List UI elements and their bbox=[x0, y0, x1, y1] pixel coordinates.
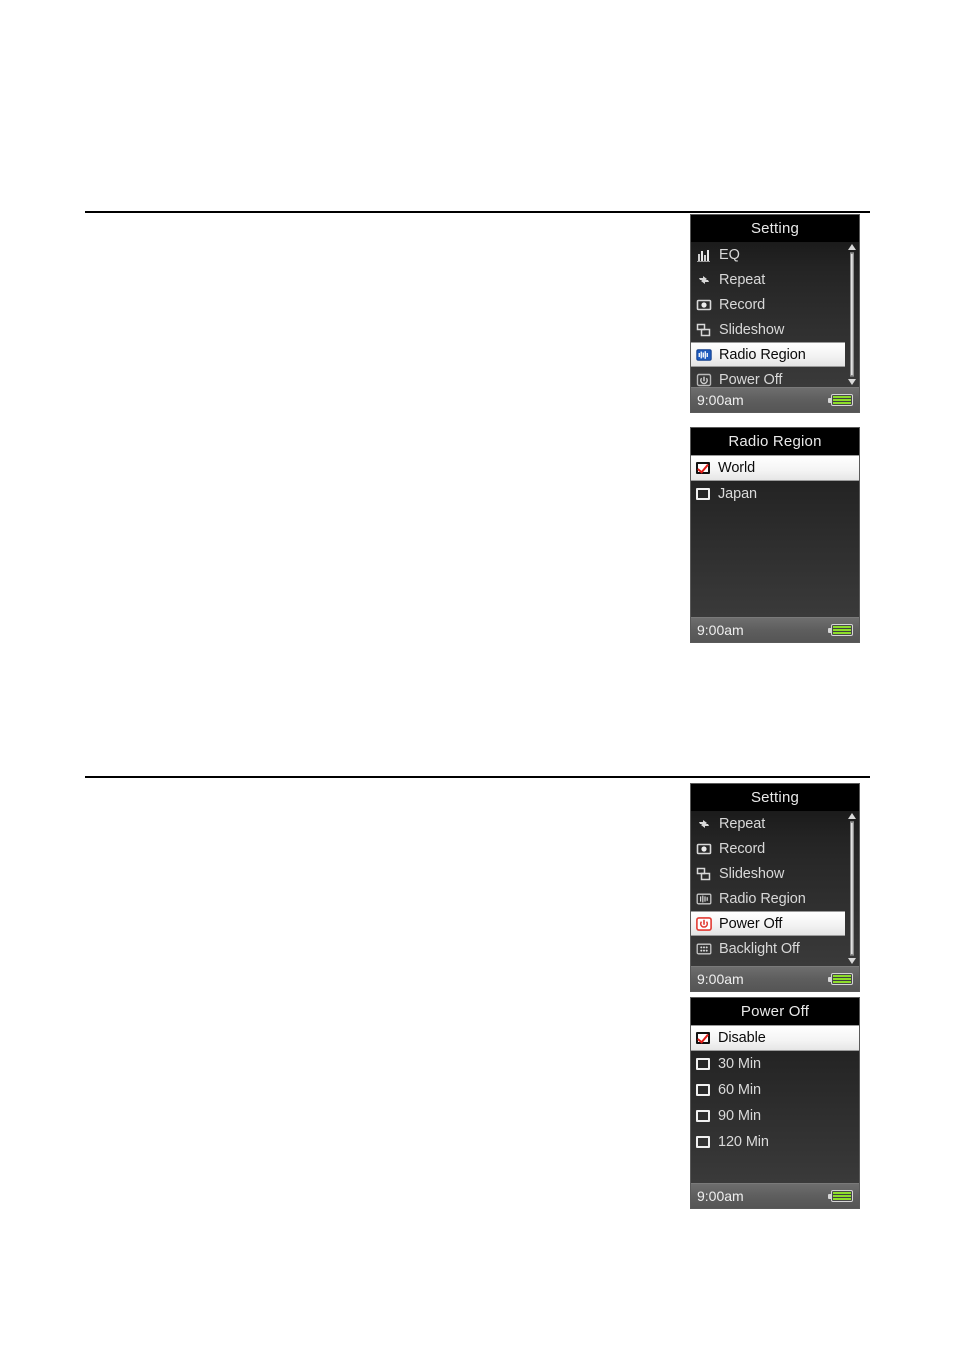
menu-item-label: Slideshow bbox=[719, 865, 785, 882]
scrollbar[interactable] bbox=[847, 244, 857, 385]
status-bar: 9:00am bbox=[691, 617, 859, 642]
menu-item-label: EQ bbox=[719, 246, 740, 263]
menu-list: EQ Repeat Record Slideshow Radio Region … bbox=[691, 242, 859, 387]
menu-item-repeat[interactable]: Repeat bbox=[691, 811, 859, 836]
scroll-down-arrow-icon[interactable] bbox=[848, 958, 856, 964]
device-screen-setting-2: Setting Repeat Record Slideshow Radio Re… bbox=[690, 783, 860, 992]
scroll-up-arrow-icon[interactable] bbox=[848, 244, 856, 250]
menu-item-backlight-off[interactable]: Backlight Off bbox=[691, 936, 859, 961]
option-label: 30 Min bbox=[718, 1056, 761, 1072]
menu-item-power-off[interactable]: Power Off bbox=[691, 367, 859, 387]
screen-title: Setting bbox=[691, 784, 859, 811]
menu-item-label: Repeat bbox=[719, 815, 766, 832]
status-bar: 9:00am bbox=[691, 1183, 859, 1208]
scroll-up-arrow-icon[interactable] bbox=[848, 813, 856, 819]
menu-item-label: Backlight Off bbox=[719, 940, 800, 957]
menu-item-label: Power Off bbox=[719, 371, 783, 388]
checkbox-unchecked-icon[interactable] bbox=[696, 488, 710, 500]
checkbox-checked-icon[interactable] bbox=[696, 1032, 710, 1044]
record-icon bbox=[696, 297, 712, 313]
backlight-off-icon bbox=[696, 941, 712, 957]
radio-region-icon bbox=[696, 891, 712, 907]
option-row-120-min[interactable]: 120 Min bbox=[691, 1129, 859, 1155]
option-row-disable[interactable]: Disable bbox=[691, 1025, 859, 1051]
checkbox-unchecked-icon[interactable] bbox=[696, 1084, 710, 1096]
menu-item-label: Power Off bbox=[719, 915, 783, 932]
menu-item-label: Slideshow bbox=[719, 321, 785, 338]
menu-item-record[interactable]: Record bbox=[691, 292, 859, 317]
power-off-red-icon bbox=[696, 916, 712, 932]
menu-item-label: Record bbox=[719, 840, 766, 857]
option-label: World bbox=[718, 460, 756, 476]
battery-full-icon bbox=[828, 624, 853, 636]
menu-item-eq[interactable]: EQ bbox=[691, 242, 859, 267]
scrollbar-thumb[interactable] bbox=[850, 253, 854, 376]
option-label: 90 Min bbox=[718, 1108, 761, 1124]
battery-full-icon bbox=[828, 394, 853, 406]
menu-item-repeat[interactable]: Repeat bbox=[691, 267, 859, 292]
menu-item-slideshow[interactable]: Slideshow bbox=[691, 317, 859, 342]
option-label: 120 Min bbox=[718, 1134, 769, 1150]
checkbox-checked-icon[interactable] bbox=[696, 462, 710, 474]
device-screen-power-off: Power Off Disable 30 Min 60 Min 90 Min 1… bbox=[690, 997, 860, 1209]
menu-item-record[interactable]: Record bbox=[691, 836, 859, 861]
option-list: Disable 30 Min 60 Min 90 Min 120 Min bbox=[691, 1025, 859, 1183]
option-row-90-min[interactable]: 90 Min bbox=[691, 1103, 859, 1129]
status-time: 9:00am bbox=[697, 392, 744, 408]
option-label: Japan bbox=[718, 486, 758, 502]
status-time: 9:00am bbox=[697, 1188, 744, 1204]
repeat-icon bbox=[696, 816, 712, 832]
record-icon bbox=[696, 841, 712, 857]
menu-list: Repeat Record Slideshow Radio Region Pow… bbox=[691, 811, 859, 966]
menu-item-label: Record bbox=[719, 296, 766, 313]
battery-full-icon bbox=[828, 973, 853, 985]
option-row-japan[interactable]: Japan bbox=[691, 481, 859, 507]
menu-item-label: Radio Region bbox=[719, 890, 806, 907]
section-divider-bottom bbox=[85, 776, 870, 778]
radio-region-icon bbox=[696, 347, 712, 363]
menu-item-power-off[interactable]: Power Off bbox=[691, 911, 845, 936]
status-bar: 9:00am bbox=[691, 966, 859, 991]
slideshow-icon bbox=[696, 322, 712, 338]
menu-item-slideshow[interactable]: Slideshow bbox=[691, 861, 859, 886]
menu-item-label: Repeat bbox=[719, 271, 766, 288]
menu-item-radio-region[interactable]: Radio Region bbox=[691, 886, 859, 911]
option-label: 60 Min bbox=[718, 1082, 761, 1098]
slideshow-icon bbox=[696, 866, 712, 882]
checkbox-unchecked-icon[interactable] bbox=[696, 1136, 710, 1148]
option-row-60-min[interactable]: 60 Min bbox=[691, 1077, 859, 1103]
checkbox-unchecked-icon[interactable] bbox=[696, 1110, 710, 1122]
checkbox-unchecked-icon[interactable] bbox=[696, 1058, 710, 1070]
option-row-world[interactable]: World bbox=[691, 455, 859, 481]
screen-title: Power Off bbox=[691, 998, 859, 1025]
scrollbar-thumb[interactable] bbox=[850, 822, 854, 955]
section-divider-top bbox=[85, 211, 870, 213]
power-off-icon bbox=[696, 372, 712, 388]
option-row-30-min[interactable]: 30 Min bbox=[691, 1051, 859, 1077]
device-screen-radio-region: Radio Region World Japan 9:00am bbox=[690, 427, 860, 643]
scrollbar[interactable] bbox=[847, 813, 857, 964]
menu-item-radio-region[interactable]: Radio Region bbox=[691, 342, 845, 367]
option-list: World Japan bbox=[691, 455, 859, 617]
scroll-down-arrow-icon[interactable] bbox=[848, 379, 856, 385]
menu-item-label: Radio Region bbox=[719, 346, 806, 363]
battery-full-icon bbox=[828, 1190, 853, 1202]
status-time: 9:00am bbox=[697, 971, 744, 987]
status-time: 9:00am bbox=[697, 622, 744, 638]
option-label: Disable bbox=[718, 1030, 766, 1046]
screen-title: Setting bbox=[691, 215, 859, 242]
equalizer-icon bbox=[696, 247, 712, 263]
repeat-icon bbox=[696, 272, 712, 288]
device-screen-setting-1: Setting EQ Repeat Record Slideshow Radio… bbox=[690, 214, 860, 413]
status-bar: 9:00am bbox=[691, 387, 859, 412]
screen-title: Radio Region bbox=[691, 428, 859, 455]
